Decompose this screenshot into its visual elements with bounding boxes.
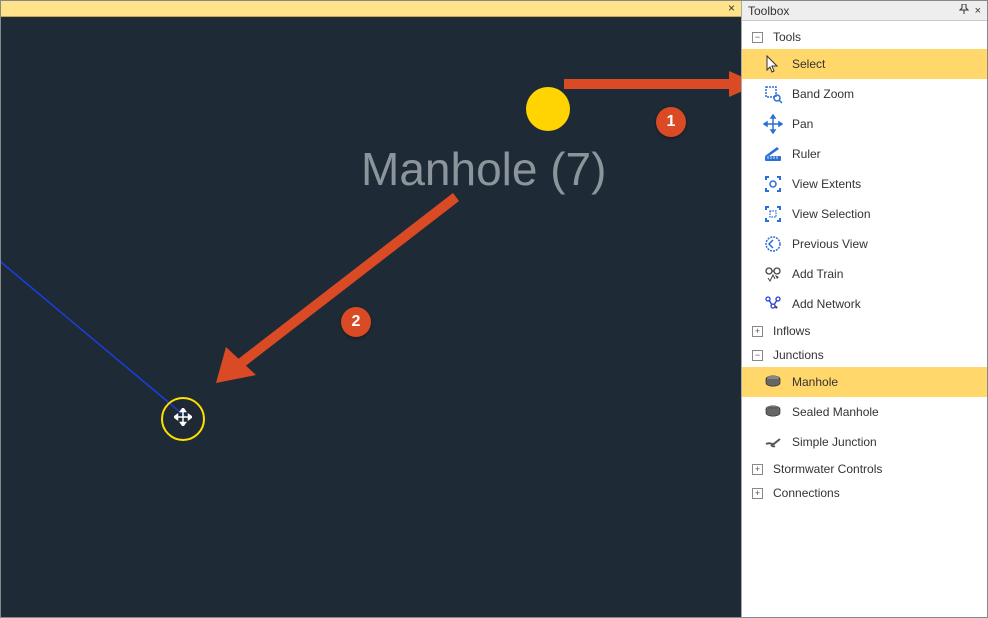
pan-icon — [762, 113, 784, 135]
group-header-inflows[interactable]: + Inflows — [742, 319, 987, 343]
group-header-tools[interactable]: − Tools — [742, 25, 987, 49]
expand-icon: + — [752, 464, 763, 475]
tool-add-train[interactable]: Add Train — [742, 259, 987, 289]
tool-label: Add Network — [792, 297, 861, 311]
collapse-icon: − — [752, 32, 763, 43]
extents-icon — [762, 173, 784, 195]
tool-label: Previous View — [792, 237, 868, 251]
drawing-canvas[interactable]: Manhole (7) 1 — [1, 17, 741, 617]
node-marker-dot — [526, 87, 570, 131]
pipe-line — [1, 207, 271, 507]
cursor-icon — [762, 53, 784, 75]
group-connections: + Connections — [742, 481, 987, 505]
add-network-icon — [762, 293, 784, 315]
annotation-number-1: 1 — [656, 107, 686, 137]
group-header-stormwater[interactable]: + Stormwater Controls — [742, 457, 987, 481]
tool-label: Select — [792, 57, 825, 71]
sealed-manhole-icon — [762, 401, 784, 423]
expand-icon: + — [752, 488, 763, 499]
group-label: Connections — [773, 486, 840, 500]
group-stormwater: + Stormwater Controls — [742, 457, 987, 481]
group-label: Stormwater Controls — [773, 462, 882, 476]
tool-ruler[interactable]: Ruler — [742, 139, 987, 169]
group-inflows: + Inflows — [742, 319, 987, 343]
app-root: × Manhole (7) — [0, 0, 988, 618]
group-label: Tools — [773, 30, 801, 44]
tool-pan[interactable]: Pan — [742, 109, 987, 139]
junction-simple[interactable]: Simple Junction — [742, 427, 987, 457]
simple-junction-icon — [762, 431, 784, 453]
view-selection-icon — [762, 203, 784, 225]
tool-band-zoom[interactable]: Band Zoom — [742, 79, 987, 109]
tool-select[interactable]: Select — [742, 49, 987, 79]
canvas-message-bar: × — [1, 1, 741, 17]
collapse-icon: − — [752, 350, 763, 361]
tool-label: Ruler — [792, 147, 821, 161]
annotation-arrow-1 — [559, 69, 741, 99]
tool-add-network[interactable]: Add Network — [742, 289, 987, 319]
close-icon[interactable]: × — [728, 1, 735, 15]
group-tools: − Tools Select Band Zoom — [742, 25, 987, 319]
junction-sealed-manhole[interactable]: Sealed Manhole — [742, 397, 987, 427]
tool-label: View Selection — [792, 207, 871, 221]
move-cursor-icon — [174, 408, 192, 431]
add-train-icon — [762, 263, 784, 285]
previous-view-icon — [762, 233, 784, 255]
tool-label: Sealed Manhole — [792, 405, 879, 419]
node-label: Manhole (7) — [361, 142, 606, 196]
zoom-box-icon — [762, 83, 784, 105]
tool-label: Manhole — [792, 375, 838, 389]
tool-label: Band Zoom — [792, 87, 854, 101]
tool-label: Pan — [792, 117, 813, 131]
group-header-junctions[interactable]: − Junctions — [742, 343, 987, 367]
annotation-arrow-2 — [206, 187, 466, 407]
toolbox-tree: − Tools Select Band Zoom — [742, 21, 987, 617]
toolbox-panel: Toolbox × − Tools Select — [741, 1, 987, 617]
manhole-icon — [762, 371, 784, 393]
tool-label: View Extents — [792, 177, 861, 191]
canvas-panel: × Manhole (7) — [1, 1, 741, 617]
group-junctions: − Junctions Manhole Sealed Manhole — [742, 343, 987, 457]
group-label: Inflows — [773, 324, 810, 338]
tool-label: Add Train — [792, 267, 843, 281]
selected-node[interactable] — [161, 397, 205, 441]
pin-icon[interactable] — [959, 4, 969, 17]
tool-previous-view[interactable]: Previous View — [742, 229, 987, 259]
tool-view-extents[interactable]: View Extents — [742, 169, 987, 199]
toolbox-header: Toolbox × — [742, 1, 987, 21]
group-label: Junctions — [773, 348, 824, 362]
close-icon[interactable]: × — [975, 5, 981, 17]
group-header-connections[interactable]: + Connections — [742, 481, 987, 505]
tool-view-selection[interactable]: View Selection — [742, 199, 987, 229]
tool-label: Simple Junction — [792, 435, 877, 449]
expand-icon: + — [752, 326, 763, 337]
toolbox-title: Toolbox — [748, 4, 953, 18]
ruler-icon — [762, 143, 784, 165]
junction-manhole[interactable]: Manhole — [742, 367, 987, 397]
annotation-number-2: 2 — [341, 307, 371, 337]
